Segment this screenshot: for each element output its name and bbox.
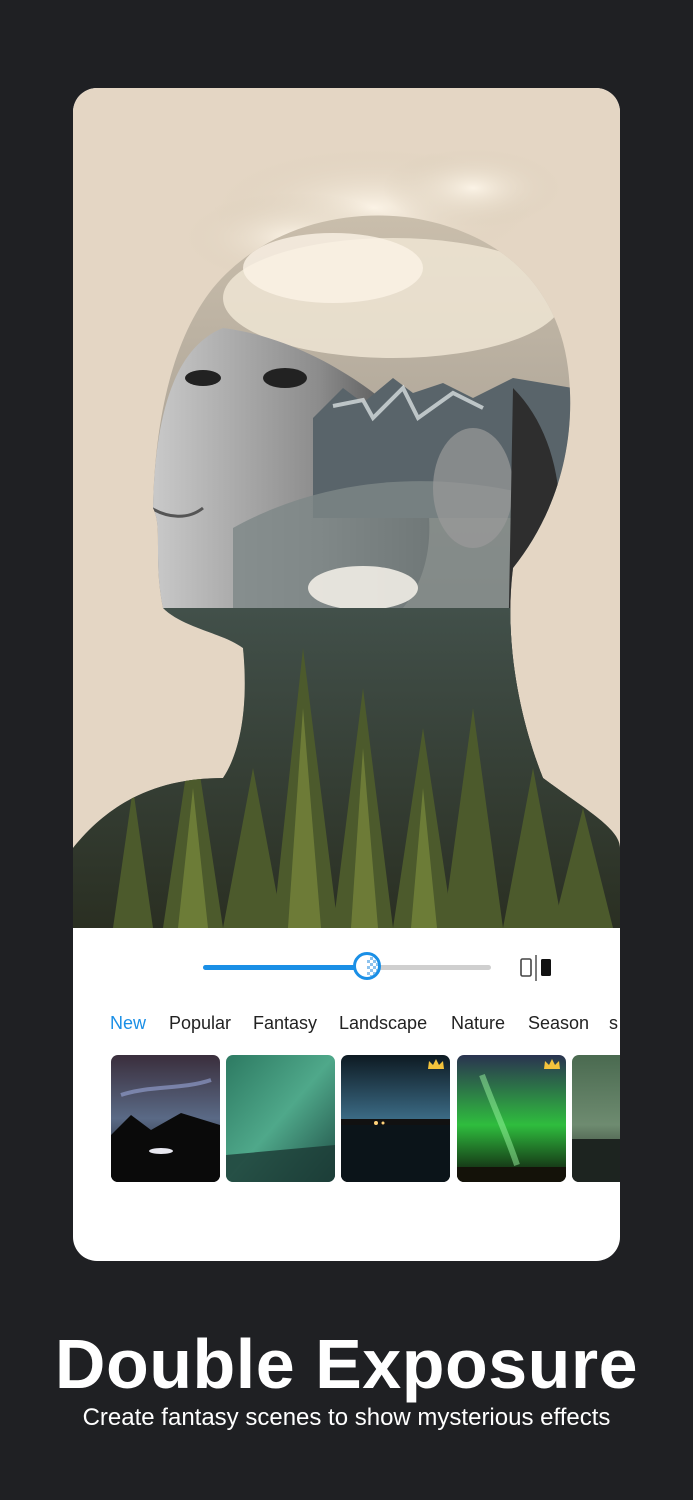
- transparency-pattern: [367, 957, 379, 977]
- editor-controls: [73, 928, 620, 1008]
- phone-screen: New Popular Fantasy Landscape Nature Sea…: [73, 88, 620, 1261]
- tab-landscape[interactable]: Landscape: [339, 1013, 427, 1034]
- tab-partial[interactable]: s: [609, 1013, 618, 1034]
- filter-preview-image: [572, 1055, 620, 1182]
- blend-slider-thumb[interactable]: [353, 952, 382, 980]
- promo-subline: Create fantasy scenes to show mysterious…: [82, 1404, 611, 1431]
- tab-popular[interactable]: Popular: [169, 1013, 231, 1034]
- filter-preview-image: [226, 1055, 335, 1182]
- portrait-image: [73, 148, 620, 928]
- filter-thumbnails: [73, 1055, 620, 1183]
- filter-preview-image: [111, 1055, 220, 1182]
- premium-crown-icon: [544, 1059, 560, 1069]
- blend-slider-track[interactable]: [203, 952, 491, 980]
- filter-preview-image: [457, 1055, 566, 1182]
- filter-thumb-green-aurora[interactable]: [457, 1055, 566, 1182]
- compare-split-icon[interactable]: [519, 955, 555, 981]
- filter-thumb-aurora-road[interactable]: [111, 1055, 220, 1182]
- tab-fantasy[interactable]: Fantasy: [253, 1013, 317, 1034]
- category-tabs: New Popular Fantasy Landscape Nature Sea…: [73, 1008, 620, 1038]
- filter-preview-image: [341, 1055, 450, 1182]
- filter-thumb-lake-night[interactable]: [341, 1055, 450, 1182]
- filter-thumb-green-sky[interactable]: [226, 1055, 335, 1182]
- blend-slider-fill: [203, 965, 368, 970]
- filter-thumb-aurora-shore[interactable]: [572, 1055, 620, 1182]
- double-exposure-preview: [73, 88, 620, 928]
- tab-nature[interactable]: Nature: [451, 1013, 505, 1034]
- tab-new[interactable]: New: [110, 1013, 146, 1034]
- tab-season[interactable]: Season: [528, 1013, 589, 1034]
- promo-headline: Double Exposure: [54, 1325, 639, 1403]
- premium-crown-icon: [428, 1059, 444, 1069]
